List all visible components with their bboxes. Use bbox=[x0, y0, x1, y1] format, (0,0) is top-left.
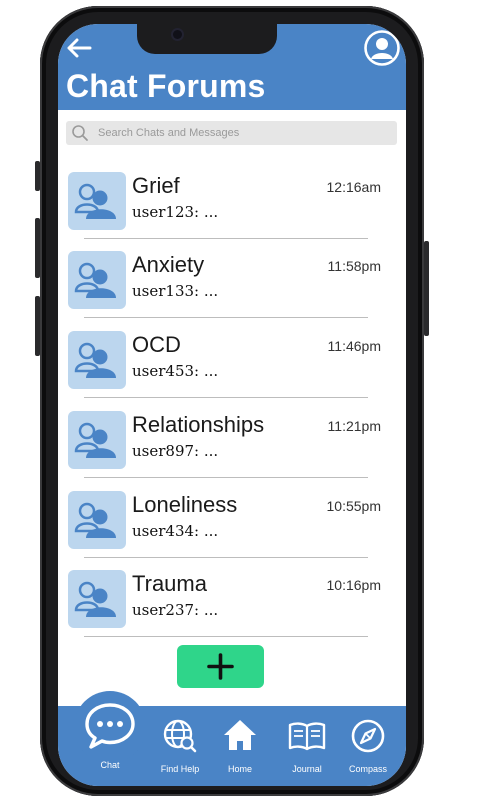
avatar bbox=[68, 172, 126, 230]
forum-time: 11:21pm bbox=[327, 418, 381, 434]
forum-time: 10:16pm bbox=[326, 577, 381, 593]
nav-label: Find Help bbox=[160, 764, 200, 774]
forum-name: Relationships bbox=[132, 412, 265, 437]
nav-label: Journal bbox=[292, 764, 322, 774]
nav-item-journal[interactable]: Journal bbox=[277, 714, 337, 774]
nav-item-chat[interactable]: Chat bbox=[80, 700, 140, 770]
notch bbox=[137, 24, 277, 54]
avatar bbox=[68, 411, 126, 469]
forum-item-loneliness[interactable]: Loneliness user434: ... 10:55pm bbox=[58, 485, 406, 561]
forum-item-ocd[interactable]: OCD user453: ... 11:46pm bbox=[58, 325, 406, 401]
avatar bbox=[68, 491, 126, 549]
divider bbox=[84, 636, 368, 637]
forum-name: OCD bbox=[132, 332, 181, 357]
screen: Chat Forums Grief user123: ... 12:16am bbox=[58, 24, 406, 786]
forum-preview: user434: ... bbox=[132, 522, 219, 540]
forum-name: Anxiety bbox=[132, 252, 205, 277]
nav-item-find-help[interactable]: Find Help bbox=[150, 714, 210, 774]
divider bbox=[84, 317, 368, 318]
user-circle-icon[interactable] bbox=[364, 30, 400, 66]
plus-icon bbox=[207, 653, 234, 680]
divider bbox=[84, 557, 368, 558]
search-icon bbox=[72, 125, 88, 141]
users-icon bbox=[74, 183, 116, 219]
book-icon bbox=[288, 722, 326, 751]
nav-item-home[interactable]: Home bbox=[210, 714, 270, 774]
forum-item-grief[interactable]: Grief user123: ... 12:16am bbox=[58, 166, 406, 242]
forum-preview: user453: ... bbox=[132, 362, 219, 380]
forum-time: 10:55pm bbox=[326, 498, 381, 514]
avatar bbox=[68, 251, 126, 309]
forum-item-relationships[interactable]: Relationships user897: ... 11:21pm bbox=[58, 405, 406, 481]
forum-preview: user123: ... bbox=[132, 203, 219, 221]
add-forum-button[interactable] bbox=[177, 645, 264, 688]
users-icon bbox=[74, 262, 116, 298]
divider bbox=[84, 238, 368, 239]
volume-down-button bbox=[35, 296, 40, 356]
forum-preview: user897: ... bbox=[132, 442, 219, 460]
forum-time: 11:46pm bbox=[327, 338, 381, 354]
forum-time: 12:16am bbox=[326, 179, 381, 195]
nav-label: Compass bbox=[348, 764, 387, 774]
forum-preview: user133: ... bbox=[132, 282, 219, 300]
forum-preview: user237: ... bbox=[132, 601, 219, 619]
page-title: Chat Forums bbox=[66, 68, 266, 104]
forum-item-anxiety[interactable]: Anxiety user133: ... 11:58pm bbox=[58, 245, 406, 321]
users-icon bbox=[74, 502, 116, 538]
search-input[interactable] bbox=[98, 121, 388, 145]
forum-item-trauma[interactable]: Trauma user237: ... 10:16pm bbox=[58, 564, 406, 640]
chat-bubble-icon bbox=[85, 703, 135, 749]
compass-icon bbox=[351, 719, 385, 753]
divider bbox=[84, 477, 368, 478]
home-icon bbox=[224, 720, 256, 750]
globe-search-icon bbox=[163, 719, 197, 753]
front-camera bbox=[173, 30, 182, 39]
forum-name: Loneliness bbox=[132, 492, 238, 517]
side-button bbox=[35, 161, 40, 191]
divider bbox=[84, 397, 368, 398]
nav-item-compass[interactable]: Compass bbox=[338, 714, 398, 774]
avatar bbox=[68, 331, 126, 389]
users-icon bbox=[74, 581, 116, 617]
avatar bbox=[68, 570, 126, 628]
forum-name: Grief bbox=[132, 173, 180, 198]
volume-up-button bbox=[35, 218, 40, 278]
users-icon bbox=[74, 342, 116, 378]
forum-time: 11:58pm bbox=[327, 258, 381, 274]
nav-label: Home bbox=[227, 764, 252, 774]
nav-label: Chat bbox=[100, 760, 120, 770]
forum-name: Trauma bbox=[132, 571, 207, 596]
arrow-left-icon[interactable] bbox=[66, 38, 92, 58]
search-bar[interactable] bbox=[66, 121, 397, 145]
power-button bbox=[424, 241, 429, 336]
users-icon bbox=[74, 422, 116, 458]
